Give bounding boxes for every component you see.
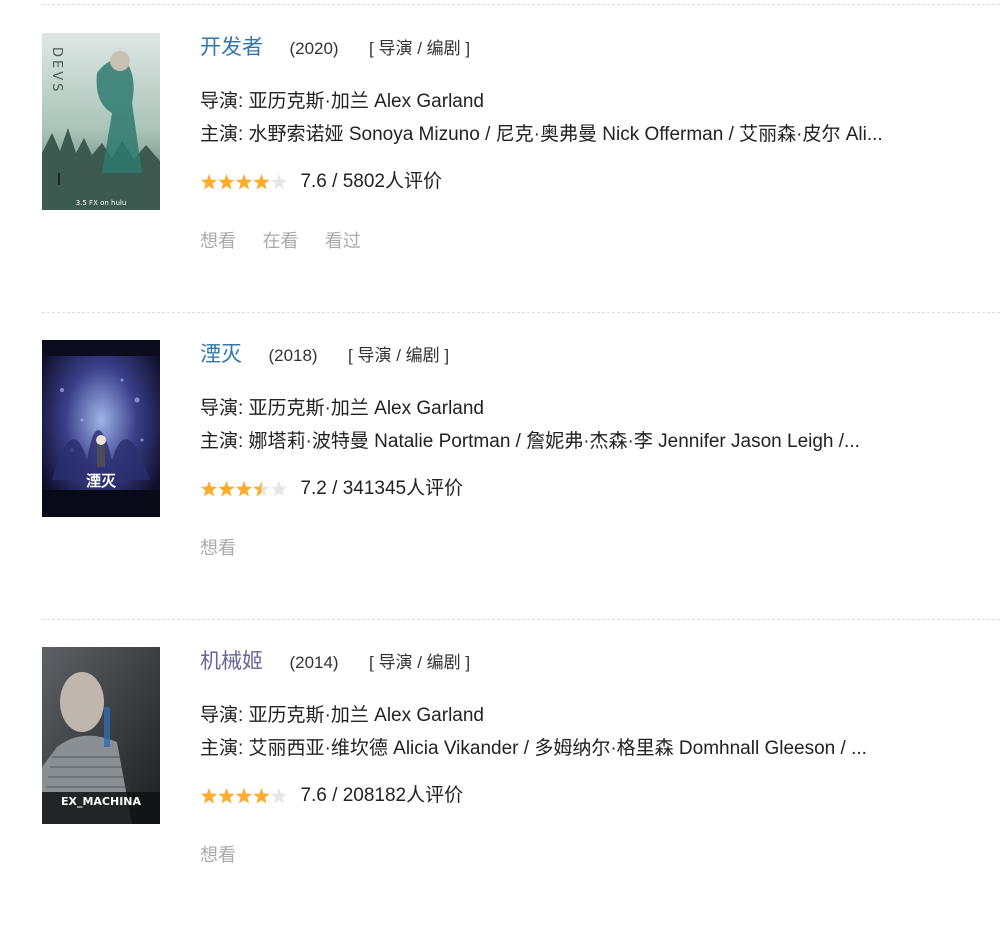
want-to-watch-link[interactable]: 想看: [200, 845, 236, 865]
ex-machina-poster-art: EX_MACHINA: [42, 647, 160, 824]
star-on-icon: [218, 788, 235, 804]
movie-year: (2020): [289, 39, 339, 58]
watched-link[interactable]: 看过: [325, 231, 361, 251]
rating-text: 7.2 / 341345人评价: [300, 478, 464, 499]
movie-roles: [ 导演 / 编剧 ]: [369, 39, 471, 58]
star-on-icon: [218, 174, 235, 190]
watching-link[interactable]: 在看: [262, 231, 298, 251]
rating-row: 7.6 / 208182人评价: [200, 781, 990, 811]
star-on-icon: [200, 788, 218, 804]
movie-title-link[interactable]: 开发者: [200, 36, 263, 59]
devs-poster-art: DEVS 3.5 FX on hulu: [42, 33, 160, 210]
divider: [42, 312, 1000, 313]
want-to-watch-link[interactable]: 想看: [200, 538, 236, 558]
star-off-icon: [270, 174, 288, 190]
action-links: 想看: [200, 841, 990, 869]
director-line: 导演: 亚历克斯·加兰 Alex Garland: [200, 705, 484, 726]
item-info: 开发者 (2020) [ 导演 / 编剧 ] 导演: 亚历克斯·加兰 Alex …: [200, 33, 990, 255]
movie-year: (2014): [289, 653, 339, 672]
rating-text: 7.6 / 208182人评价: [300, 785, 464, 806]
title-row: 机械姬 (2014) [ 导演 / 编剧 ]: [200, 647, 990, 677]
ex-machina-poster[interactable]: EX_MACHINA: [42, 647, 160, 824]
poster-lettering: 湮灭: [86, 472, 117, 490]
cast-line: 主演: 水野索诺娅 Sonoya Mizuno / 尼克·奥弗曼 Nick Of…: [200, 124, 883, 145]
star-on-icon: [253, 788, 270, 804]
annihilation-poster-art: 湮灭: [42, 340, 160, 517]
director-line: 导演: 亚历克斯·加兰 Alex Garland: [200, 91, 484, 112]
director-line: 导演: 亚历克斯·加兰 Alex Garland: [200, 398, 484, 419]
rating-row: 7.2 / 341345人评价: [200, 474, 990, 504]
star-rating-icon: [200, 787, 288, 805]
cast-line: 主演: 娜塔莉·波特曼 Natalie Portman / 詹妮弗·杰森·李 J…: [200, 431, 860, 452]
star-on-icon: [235, 174, 253, 190]
action-links: 想看: [200, 534, 990, 562]
title-row: 湮灭 (2018) [ 导演 / 编剧 ]: [200, 340, 990, 370]
movie-roles: [ 导演 / 编剧 ]: [348, 346, 450, 365]
poster-lettering: EX_MACHINA: [61, 795, 142, 808]
list-item-ex-machina: EX_MACHINA 机械姬 (2014) [ 导演 / 编剧 ] 导演: 亚历…: [0, 647, 1000, 947]
star-on-icon: [200, 174, 218, 190]
rating-row: 7.6 / 5802人评价: [200, 167, 990, 197]
movie-title-link[interactable]: 湮灭: [200, 343, 242, 366]
cast-line: 主演: 艾丽西亚·维坎德 Alicia Vikander / 多姆纳尔·格里森 …: [200, 738, 867, 759]
divider: [42, 4, 1000, 5]
devs-poster[interactable]: DEVS 3.5 FX on hulu: [42, 33, 160, 210]
star-rating-icon: [200, 173, 288, 191]
star-on-icon: [235, 481, 253, 497]
star-on-icon: [218, 481, 235, 497]
movie-year: (2018): [268, 346, 318, 365]
star-off-icon: [270, 788, 288, 804]
poster-footer: 3.5 FX on hulu: [76, 199, 127, 207]
item-info: 机械姬 (2014) [ 导演 / 编剧 ] 导演: 亚历克斯·加兰 Alex …: [200, 647, 990, 869]
list-item-annihilation: 湮灭 湮灭 (2018) [ 导演 / 编剧 ] 导演: 亚历克斯·加兰 Ale…: [0, 340, 1000, 640]
star-off-icon: [270, 481, 288, 497]
movie-title-link[interactable]: 机械姬: [200, 650, 263, 673]
list-item-devs: DEVS 3.5 FX on hulu 开发者 (2020) [ 导演 / 编剧…: [0, 33, 1000, 333]
movie-roles: [ 导演 / 编剧 ]: [369, 653, 471, 672]
star-on-icon: [253, 174, 270, 190]
poster-lettering: DEVS: [49, 47, 64, 94]
star-on-icon: [235, 788, 253, 804]
star-rating-icon: [200, 480, 288, 498]
rating-text: 7.6 / 5802人评价: [300, 171, 442, 192]
want-to-watch-link[interactable]: 想看: [200, 231, 236, 251]
title-row: 开发者 (2020) [ 导演 / 编剧 ]: [200, 33, 990, 63]
annihilation-poster[interactable]: 湮灭: [42, 340, 160, 517]
star-on-icon: [200, 481, 218, 497]
action-links: 想看 在看 看过: [200, 227, 990, 255]
item-info: 湮灭 (2018) [ 导演 / 编剧 ] 导演: 亚历克斯·加兰 Alex G…: [200, 340, 990, 562]
divider: [42, 619, 1000, 620]
